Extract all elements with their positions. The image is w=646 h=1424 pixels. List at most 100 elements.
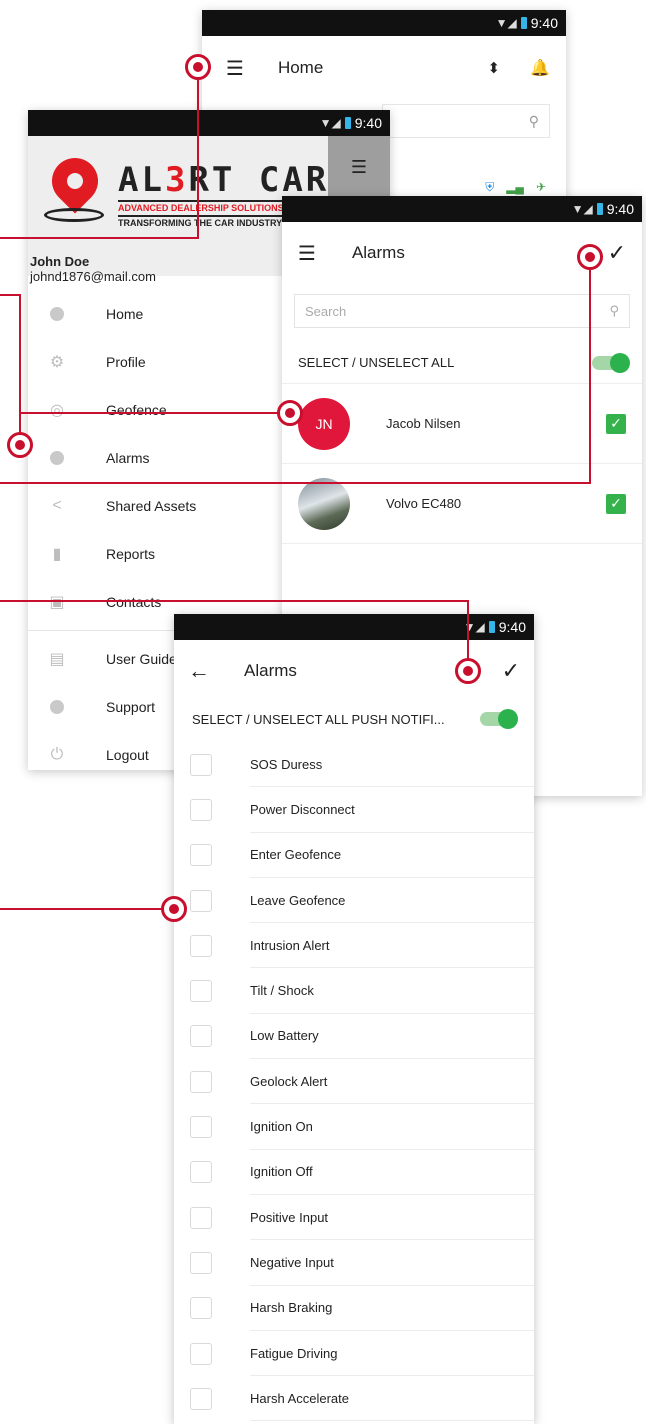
checkbox[interactable] — [190, 1342, 212, 1365]
battery-icon — [520, 17, 527, 29]
alarms-push-screen: ▼◢ 9:40 ← Alarms ✓ SELECT / UNSELECT ALL… — [174, 614, 534, 1424]
alarm-icon — [48, 449, 66, 467]
list-item[interactable]: SOS Duress — [174, 742, 534, 788]
checkbox[interactable] — [190, 1161, 212, 1184]
checkbox-checked[interactable]: ✓ — [606, 493, 626, 514]
checkbox[interactable] — [190, 1206, 212, 1229]
status-time: 9:40 — [498, 619, 526, 635]
wifi-icon: ▼◢ — [495, 16, 517, 30]
target-icon: ◎ — [50, 402, 64, 419]
drawer-item-label: Alarms — [106, 450, 150, 466]
callout-dot — [577, 244, 603, 270]
status-time: 9:40 — [606, 201, 634, 217]
power-icon: ⏻ — [50, 746, 64, 763]
list-item[interactable]: Ignition On — [174, 1104, 534, 1150]
select-all-toggle[interactable] — [592, 352, 630, 373]
list-item[interactable]: Fatigue Driving — [174, 1331, 534, 1377]
list-item[interactable]: Leave Geofence — [174, 878, 534, 924]
list-item[interactable]: JN Jacob Nilsen ✓ — [282, 384, 642, 464]
checkbox[interactable] — [190, 980, 212, 1003]
status-bar: ▼◢ 9:40 — [202, 10, 566, 36]
list-item[interactable]: Positive Input — [174, 1195, 534, 1241]
list-item[interactable]: Tilt / Shock — [174, 968, 534, 1014]
asset-status-icons: ⛨ ▂▄ ✈ — [485, 180, 546, 195]
select-all-push-label: SELECT / UNSELECT ALL PUSH NOTIFI... — [192, 711, 445, 727]
checkbox[interactable] — [190, 1070, 212, 1093]
battery-icon — [596, 203, 603, 215]
push-notification-list: SOS Duress Power Disconnect Enter Geofen… — [174, 742, 534, 1422]
list-item-label: Ignition Off — [250, 1150, 534, 1195]
drawer-item-label: Home — [106, 306, 144, 322]
list-item[interactable]: Harsh Accelerate — [174, 1376, 534, 1422]
list-item[interactable]: Volvo EC480 ✓ — [282, 464, 642, 544]
list-item-label: Leave Geofence — [250, 878, 534, 924]
search-input[interactable]: Search ⚲ — [294, 294, 630, 328]
user-info: John Doe johnd1876@mail.com — [30, 254, 156, 284]
confirm-check-icon[interactable]: ✓ — [502, 658, 520, 684]
sort-icon[interactable]: ⬍ — [488, 59, 501, 77]
select-all-row: SELECT / UNSELECT ALL — [282, 342, 642, 384]
document-icon: ▤ — [49, 651, 65, 668]
status-bar: ▼◢ 9:40 — [174, 614, 534, 640]
status-time: 9:40 — [354, 115, 382, 131]
select-all-push-toggle[interactable] — [480, 709, 518, 729]
checkbox[interactable] — [190, 1025, 212, 1048]
vehicle-avatar — [298, 477, 350, 530]
callout-dot — [185, 54, 211, 80]
list-item-label: Negative Input — [250, 1240, 534, 1286]
home-icon — [48, 305, 66, 323]
checkbox[interactable] — [190, 934, 212, 957]
list-item[interactable]: Negative Input — [174, 1240, 534, 1286]
checkbox[interactable] — [190, 798, 212, 821]
hamburger-icon[interactable]: ☰ — [226, 56, 244, 81]
list-item[interactable]: Geolock Alert — [174, 1059, 534, 1105]
info-icon — [48, 698, 66, 716]
status-bar: ▼◢ 9:40 — [28, 110, 390, 136]
checkbox[interactable] — [190, 1251, 212, 1274]
shield-icon: ⛨ — [485, 180, 495, 194]
drawer-item-label: Profile — [106, 354, 146, 370]
list-item-label: Low Battery — [250, 1014, 534, 1060]
wifi-icon: ▼◢ — [463, 620, 485, 634]
user-email: johnd1876@mail.com — [30, 269, 156, 284]
list-item[interactable]: Enter Geofence — [174, 833, 534, 878]
drawer-item-label: Contacts — [106, 594, 162, 610]
avatar: JN — [298, 397, 350, 450]
hamburger-icon[interactable]: ☰ — [298, 241, 316, 266]
checkbox[interactable] — [190, 1297, 212, 1320]
gear-icon: ⚙ — [49, 354, 65, 371]
list-item[interactable]: Power Disconnect — [174, 787, 534, 833]
list-item[interactable]: Intrusion Alert — [174, 923, 534, 969]
list-item[interactable]: Harsh Braking — [174, 1286, 534, 1331]
list-item[interactable]: Low Battery — [174, 1014, 534, 1060]
list-item-label: Fatigue Driving — [250, 1331, 534, 1377]
list-item-label: Enter Geofence — [250, 833, 534, 878]
back-arrow-icon[interactable]: ← — [188, 658, 210, 684]
search-input[interactable]: ⚲ — [382, 104, 550, 138]
brand-suffix: RT CAR — [188, 160, 330, 200]
checkbox[interactable] — [190, 753, 212, 776]
page-title: Alarms — [351, 243, 405, 262]
callout-dot — [277, 400, 303, 426]
checkbox[interactable] — [190, 889, 212, 912]
bell-icon[interactable]: 🔔 — [530, 58, 550, 78]
list-item-label: Ignition On — [250, 1104, 534, 1150]
list-item-label: Harsh Accelerate — [250, 1376, 534, 1422]
drawer-menu-button[interactable]: ☰ — [328, 136, 390, 198]
satellite-icon: ✈ — [535, 180, 546, 194]
contact-icon: ▣ — [49, 594, 65, 611]
callout-dot — [455, 658, 481, 684]
list-item[interactable]: Ignition Off — [174, 1150, 534, 1195]
list-item-label: Intrusion Alert — [250, 923, 534, 969]
share-icon: < — [52, 497, 62, 514]
drawer-item-label: Shared Assets — [106, 498, 197, 514]
confirm-check-icon[interactable]: ✓ — [608, 240, 626, 266]
list-item-label: Harsh Braking — [250, 1286, 534, 1331]
drawer-item-label: User Guide — [106, 651, 177, 667]
list-item-label: Tilt / Shock — [250, 968, 534, 1014]
callout-line-drawer — [0, 294, 21, 445]
checkbox[interactable] — [190, 1387, 212, 1410]
checkbox[interactable] — [190, 1116, 212, 1139]
checkbox-checked[interactable]: ✓ — [606, 413, 626, 434]
checkbox[interactable] — [190, 844, 212, 867]
